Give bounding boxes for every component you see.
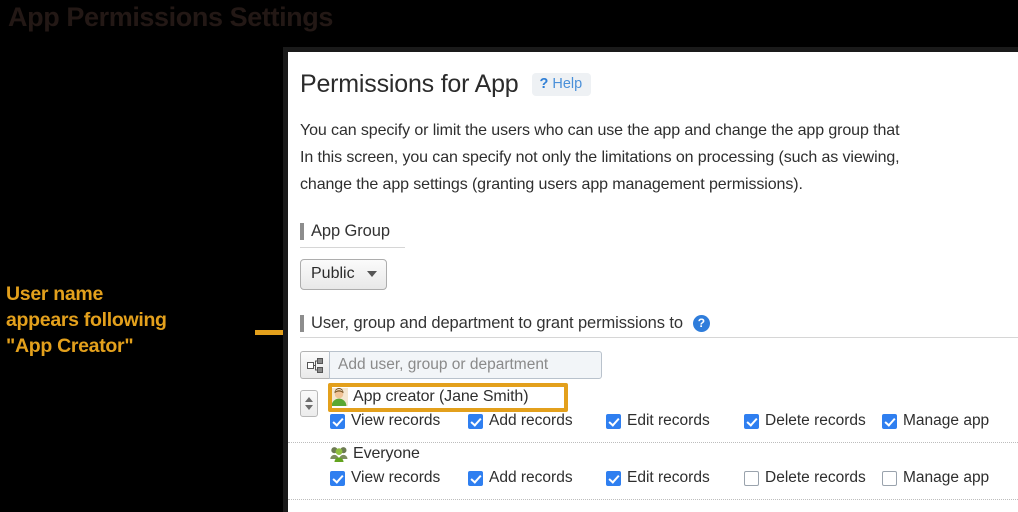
chevron-down-icon	[305, 405, 313, 410]
checkbox-label: Add records	[489, 469, 573, 487]
permission-rows: App creator (Jane Smith) View records Ad…	[288, 386, 1018, 500]
checkbox-manage-app[interactable]: Manage app	[882, 412, 1018, 430]
checkbox-box	[330, 414, 345, 429]
permissions-underline	[300, 337, 1018, 338]
checkbox-label: Manage app	[903, 469, 989, 487]
checkbox-box	[744, 414, 759, 429]
checkbox-label: Add records	[489, 412, 573, 430]
description-line-2: In this screen, you can specify not only…	[300, 144, 1018, 171]
checkbox-edit-records[interactable]: Edit records	[606, 412, 744, 430]
table-row: App creator (Jane Smith) View records Ad…	[288, 386, 1018, 443]
checkbox-label: Edit records	[627, 469, 710, 487]
checkbox-box	[330, 471, 345, 486]
checkbox-label: View records	[351, 469, 440, 487]
add-entity-row	[300, 351, 602, 379]
add-entity-input[interactable]	[329, 351, 602, 379]
table-row: Everyone View records Add records	[288, 443, 1018, 500]
permissions-label-wrap: User, group and department to grant perm…	[300, 314, 1018, 338]
row-reorder-spinner[interactable]	[300, 390, 318, 417]
app-group-label: App Group	[300, 222, 390, 247]
row-body: Everyone View records Add records	[318, 443, 1018, 487]
row-body: App creator (Jane Smith) View records Ad…	[318, 386, 1018, 430]
app-group-label-wrap: App Group	[300, 222, 405, 248]
question-mark-icon: ?	[540, 76, 549, 92]
checkbox-add-records[interactable]: Add records	[468, 412, 606, 430]
checkbox-box	[606, 471, 621, 486]
checkbox-manage-app[interactable]: Manage app	[882, 469, 1018, 487]
chevron-up-icon	[305, 397, 313, 402]
group-avatar-icon	[330, 445, 348, 463]
checkbox-label: Manage app	[903, 412, 989, 430]
entity: App creator (Jane Smith)	[330, 386, 1018, 408]
page-title: App Permissions Settings	[8, 2, 333, 33]
annotation-line-3: "App Creator"	[6, 333, 256, 359]
app-group-underline	[300, 247, 405, 248]
app-group-section: App Group Public	[300, 222, 1018, 290]
checkbox-box	[606, 414, 621, 429]
checkbox-box	[468, 471, 483, 486]
checkbox-label: Delete records	[765, 412, 866, 430]
checkbox-view-records[interactable]: View records	[330, 469, 468, 487]
description-line-1: You can specify or limit the users who c…	[300, 117, 1018, 144]
permission-checkbox-group: View records Add records Edit records	[330, 469, 1018, 487]
entity: Everyone	[330, 443, 1018, 465]
entity-name: Everyone	[353, 445, 420, 463]
checkbox-box	[882, 414, 897, 429]
app-panel: Permissions for App ? Help You can speci…	[283, 47, 1018, 512]
annotation-line-1: User name	[6, 281, 256, 307]
checkbox-delete-records[interactable]: Delete records	[744, 469, 882, 487]
checkbox-edit-records[interactable]: Edit records	[606, 469, 744, 487]
chevron-down-icon	[367, 271, 377, 277]
checkbox-delete-records[interactable]: Delete records	[744, 412, 882, 430]
annotation-line-2: appears following	[6, 307, 256, 333]
person-avatar-icon	[330, 388, 348, 406]
checkbox-label: Edit records	[627, 412, 710, 430]
panel-title: Permissions for App	[300, 70, 519, 99]
checkbox-box	[468, 414, 483, 429]
entity-name: App creator (Jane Smith)	[353, 388, 528, 406]
checkbox-add-records[interactable]: Add records	[468, 469, 606, 487]
app-group-select[interactable]: Public	[300, 259, 387, 290]
description-line-3: change the app settings (granting users …	[300, 171, 1018, 198]
panel-header: Permissions for App ? Help	[288, 52, 1018, 99]
permissions-section: User, group and department to grant perm…	[300, 314, 1018, 338]
checkbox-view-records[interactable]: View records	[330, 412, 468, 430]
checkbox-box	[744, 471, 759, 486]
app-panel-content: Permissions for App ? Help You can speci…	[288, 52, 1018, 512]
app-group-select-value: Public	[311, 265, 355, 283]
org-tree-icon[interactable]	[300, 351, 329, 379]
help-circle-icon[interactable]: ?	[693, 315, 710, 332]
permissions-label: User, group and department to grant perm…	[300, 314, 683, 337]
annotation-callout: User name appears following "App Creator…	[6, 281, 256, 359]
permissions-label-row: User, group and department to grant perm…	[300, 314, 1018, 337]
slide-root: App Permissions Settings User name appea…	[0, 0, 1018, 512]
permission-checkbox-group: View records Add records Edit records	[330, 412, 1018, 430]
help-button[interactable]: ? Help	[532, 73, 592, 96]
checkbox-label: Delete records	[765, 469, 866, 487]
panel-description: You can specify or limit the users who c…	[288, 99, 1018, 198]
help-button-label: Help	[552, 76, 582, 92]
checkbox-box	[882, 471, 897, 486]
checkbox-label: View records	[351, 412, 440, 430]
